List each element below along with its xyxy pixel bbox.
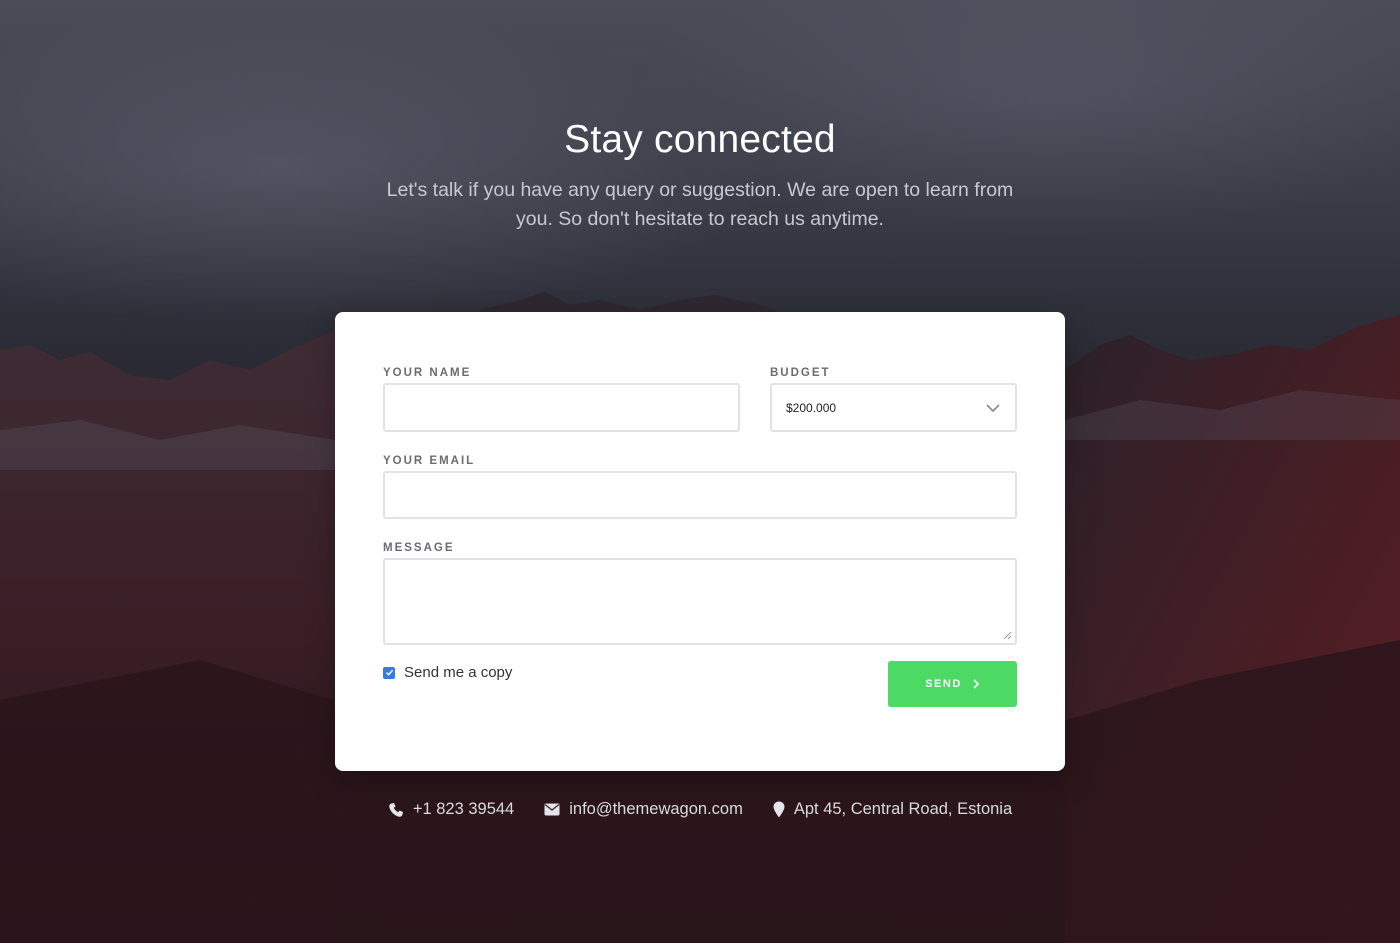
send-button[interactable]: SEND [888,661,1017,707]
send-button-label: SEND [925,678,962,690]
email-input[interactable] [383,471,1017,519]
message-textarea[interactable] [383,558,1017,645]
email-label: YOUR EMAIL [383,455,476,467]
chevron-down-icon [986,403,1000,412]
map-marker-icon [773,801,785,818]
chevron-right-icon [973,679,979,689]
budget-label: BUDGET [770,367,831,379]
message-label: MESSAGE [383,542,455,554]
budget-select[interactable]: $200.000 [770,383,1017,432]
resize-handle-icon[interactable] [1003,631,1012,640]
contact-phone[interactable]: +1 823 39544 [388,800,514,819]
send-copy-label: Send me a copy [404,664,513,681]
phone-number: +1 823 39544 [412,800,515,818]
budget-selected-value: $200.000 [786,400,837,415]
contact-address[interactable]: Apt 45, Central Road, Estonia [773,800,1012,819]
name-input[interactable] [383,383,740,432]
name-label: YOUR NAME [383,367,472,379]
contact-form-card: YOUR NAME BUDGET $200.000 YOUR EMAIL MES… [335,312,1065,771]
phone-icon [389,802,403,817]
hero-section: Stay connected Let's talk if you have an… [0,118,1400,234]
email-address: info@themewagon.com [569,800,743,818]
contact-email[interactable]: info@themewagon.com [544,800,743,819]
contact-info: +1 823 39544 info@themewagon.com Apt 45,… [0,800,1400,819]
page-title: Stay connected [564,118,836,161]
send-copy-option[interactable]: Send me a copy [383,664,512,681]
page-subtitle: Let's talk if you have any query or sugg… [386,179,1014,230]
envelope-icon [544,803,560,816]
address-text: Apt 45, Central Road, Estonia [793,800,1013,818]
checkmark-icon [385,669,393,676]
send-copy-checkbox[interactable] [383,666,395,679]
